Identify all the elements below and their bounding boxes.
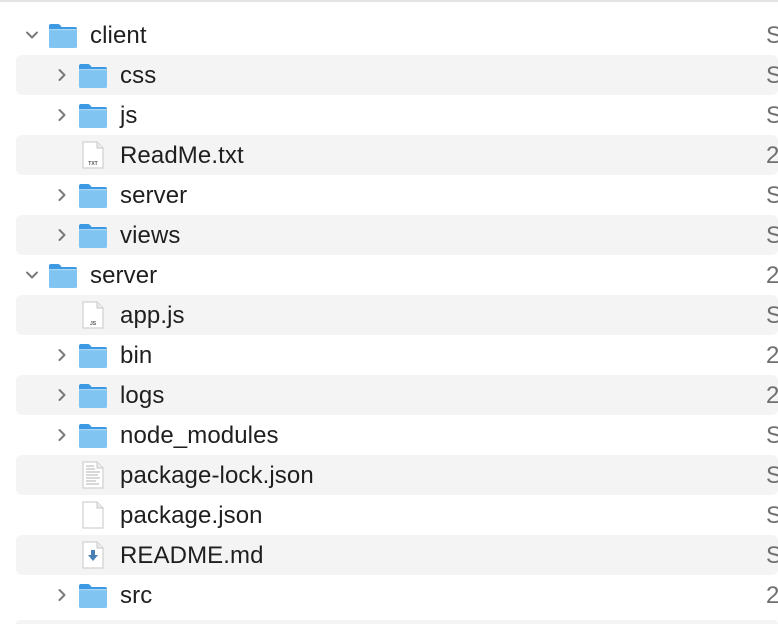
file-list: client S css S js S TXT ReadMe.txt 2 ser: [0, 15, 778, 615]
chevron-right-icon[interactable]: [54, 347, 70, 363]
chevron-down-icon[interactable]: [24, 27, 40, 43]
next-row-edge: [16, 620, 778, 624]
file-name: package.json: [120, 502, 263, 529]
file-name: app.js: [120, 302, 185, 329]
chevron-right-icon[interactable]: [54, 187, 70, 203]
chevron-right-icon[interactable]: [54, 107, 70, 123]
file-row-app-js[interactable]: JS app.js S: [16, 295, 778, 335]
folder-icon: [79, 584, 107, 608]
file-meta: 2: [766, 583, 778, 609]
file-meta: S: [766, 103, 778, 129]
file-row-readme-txt[interactable]: TXT ReadMe.txt 2: [16, 135, 778, 175]
file-name: server: [120, 182, 188, 209]
file-row-server[interactable]: server S: [16, 175, 778, 215]
file-row-css[interactable]: css S: [16, 55, 778, 95]
chevron-right-icon[interactable]: [54, 587, 70, 603]
folder-icon: [49, 24, 77, 48]
folder-icon: [79, 384, 107, 408]
folder-icon: [79, 104, 107, 128]
file-row-readme-md[interactable]: README.md S: [16, 535, 778, 575]
file-name: js: [120, 102, 138, 129]
chevron-right-icon[interactable]: [54, 67, 70, 83]
folder-icon: [79, 64, 107, 88]
file-name: server: [90, 262, 158, 289]
file-row-logs[interactable]: logs 2: [16, 375, 778, 415]
blank-file-icon: [82, 501, 104, 529]
file-meta: S: [766, 463, 778, 489]
file-meta: 2: [766, 263, 778, 289]
file-meta: S: [766, 23, 778, 49]
file-name: views: [120, 222, 181, 249]
file-name: bin: [120, 342, 153, 369]
file-meta: 2: [766, 143, 778, 169]
file-row-js[interactable]: js S: [16, 95, 778, 135]
file-row-package-lock-json[interactable]: package-lock.json S: [16, 455, 778, 495]
svg-text:JS: JS: [90, 321, 97, 327]
js-file-icon: JS: [82, 301, 104, 329]
file-row-package-json[interactable]: package.json S: [16, 495, 778, 535]
chevron-right-icon[interactable]: [54, 427, 70, 443]
chevron-right-icon[interactable]: [54, 227, 70, 243]
file-meta: S: [766, 223, 778, 249]
file-meta: S: [766, 303, 778, 329]
folder-icon: [79, 224, 107, 248]
markdown-file-icon: [82, 541, 104, 569]
svg-text:TXT: TXT: [88, 161, 97, 167]
file-name: src: [120, 582, 153, 609]
file-meta: 2: [766, 383, 778, 409]
file-row-views[interactable]: views S: [16, 215, 778, 255]
file-name: css: [120, 62, 157, 89]
file-meta: 2: [766, 343, 778, 369]
chevron-down-icon[interactable]: [24, 267, 40, 283]
finder-list-view: client S css S js S TXT ReadMe.txt 2 ser: [0, 0, 778, 624]
chevron-right-icon[interactable]: [54, 387, 70, 403]
file-meta: S: [766, 423, 778, 449]
file-name: ReadMe.txt: [120, 142, 244, 169]
file-name: package-lock.json: [120, 462, 314, 489]
file-row-server-root[interactable]: server 2: [16, 255, 778, 295]
text-file-icon: TXT: [82, 141, 104, 169]
folder-icon: [49, 264, 77, 288]
file-row-node-modules[interactable]: node_modules S: [16, 415, 778, 455]
folder-icon: [79, 424, 107, 448]
folder-icon: [79, 184, 107, 208]
folder-icon: [79, 344, 107, 368]
file-meta: S: [766, 543, 778, 569]
file-meta: S: [766, 503, 778, 529]
file-name: README.md: [120, 542, 264, 569]
file-name: logs: [120, 382, 165, 409]
file-meta: S: [766, 63, 778, 89]
file-name: client: [90, 22, 147, 49]
file-meta: S: [766, 183, 778, 209]
file-row-client[interactable]: client S: [16, 15, 778, 55]
file-row-src[interactable]: src 2: [16, 575, 778, 615]
file-name: node_modules: [120, 422, 279, 449]
json-file-icon: [82, 461, 104, 489]
file-row-bin[interactable]: bin 2: [16, 335, 778, 375]
